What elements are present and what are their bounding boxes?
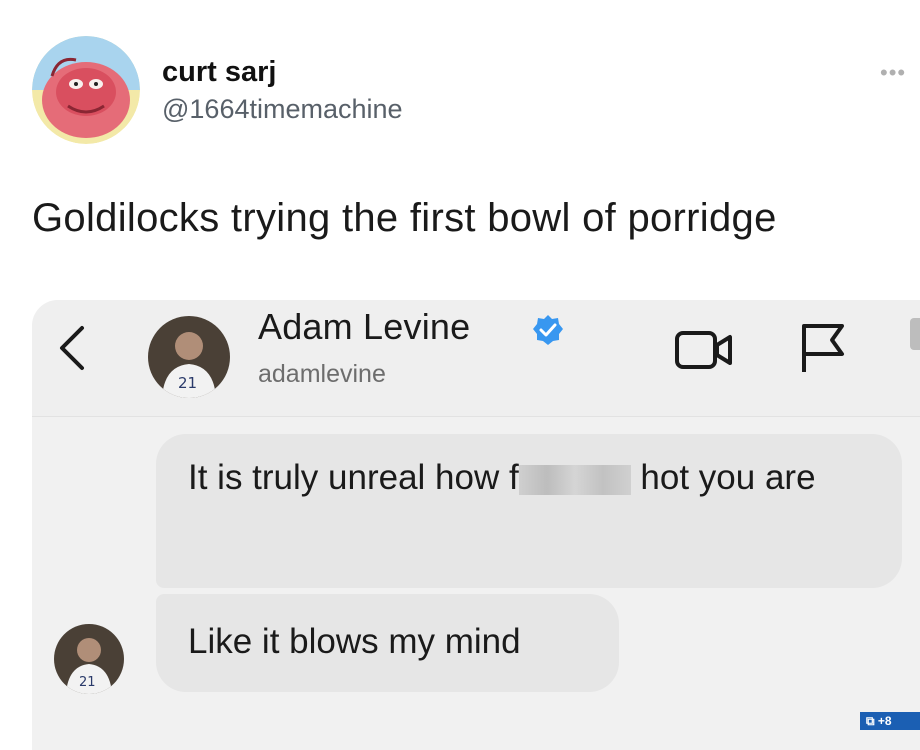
more-horizontal-icon[interactable]: ••• xyxy=(880,60,906,86)
message-text: Like it blows my mind xyxy=(188,622,521,661)
dm-screenshot: 21 Adam Levine adamlevine It is truly un… xyxy=(32,300,920,750)
verified-badge-icon xyxy=(533,315,563,345)
contact-username: adamlevine xyxy=(258,360,386,388)
tweet-text: Goldilocks trying the first bowl of porr… xyxy=(32,196,777,240)
message-text-after: hot you are xyxy=(630,458,816,497)
tweet-author-name[interactable]: curt sarj xyxy=(162,56,276,89)
contact-avatar[interactable]: 21 xyxy=(148,316,230,398)
svg-text:21: 21 xyxy=(178,374,197,392)
message-bubble[interactable]: Like it blows my mind xyxy=(156,594,619,692)
message-bubble[interactable]: It is truly unreal how f hot you are xyxy=(156,434,902,588)
message-text-before: It is truly unreal how f xyxy=(188,458,519,497)
report-flag-icon[interactable] xyxy=(796,320,848,376)
back-chevron-icon[interactable] xyxy=(52,320,92,376)
photo-count-label: +8 xyxy=(877,714,892,728)
contact-name: Adam Levine xyxy=(258,306,471,347)
video-call-icon[interactable] xyxy=(674,328,736,372)
dm-header: 21 Adam Levine adamlevine xyxy=(32,300,920,417)
message-sender-avatar[interactable]: 21 xyxy=(54,624,124,694)
censor-blur xyxy=(518,465,631,495)
tweet-author-avatar[interactable] xyxy=(32,36,140,144)
edge-handle xyxy=(910,318,920,350)
tweet-author-handle[interactable]: @1664timemachine xyxy=(162,94,403,125)
svg-text:21: 21 xyxy=(79,675,96,690)
photo-count-badge[interactable]: ⧉ +8 xyxy=(860,712,920,730)
